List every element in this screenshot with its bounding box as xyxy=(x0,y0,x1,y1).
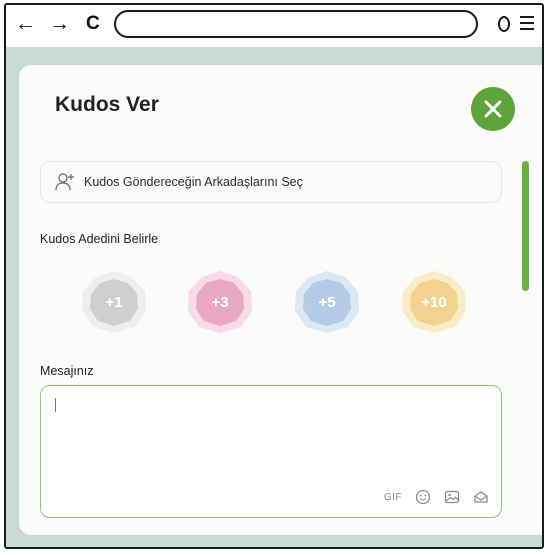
page-backdrop: Kudos Ver Kudos Göndereceğin Arkadaşları… xyxy=(6,47,542,547)
message-box[interactable]: GIF xyxy=(40,385,502,518)
message-label: Mesajınız xyxy=(40,364,94,378)
badge-label: +10 xyxy=(421,293,447,311)
browser-toolbar: ← → C xyxy=(6,5,542,49)
close-button[interactable] xyxy=(471,87,515,131)
friend-select-field[interactable]: Kudos Göndereceğin Arkadaşlarını Seç xyxy=(40,161,502,203)
back-button[interactable]: ← xyxy=(15,13,36,35)
profile-button[interactable] xyxy=(498,16,510,32)
kudos-badge-10[interactable]: +10 xyxy=(399,271,469,333)
emoji-icon[interactable] xyxy=(415,489,431,505)
message-toolbar: GIF xyxy=(384,489,489,505)
close-icon xyxy=(484,100,502,118)
address-input[interactable] xyxy=(116,12,476,36)
kudos-modal: Kudos Ver Kudos Göndereceğin Arkadaşları… xyxy=(19,65,542,535)
add-user-icon xyxy=(55,173,74,191)
address-bar[interactable] xyxy=(114,10,478,38)
kudos-badge-3[interactable]: +3 xyxy=(185,271,255,333)
scrollbar-thumb[interactable] xyxy=(522,161,529,291)
menu-icon[interactable] xyxy=(520,16,534,30)
gif-button[interactable]: GIF xyxy=(384,492,402,503)
kudos-badge-5[interactable]: +5 xyxy=(292,271,362,333)
forward-button[interactable]: → xyxy=(49,13,70,35)
badge-label: +3 xyxy=(211,293,229,311)
badge-label: +5 xyxy=(318,293,336,311)
message-input[interactable] xyxy=(51,394,495,482)
friend-select-label: Kudos Göndereceğin Arkadaşlarını Seç xyxy=(84,175,303,189)
browser-window: ← → C Kudos Ver Kudos Göndereceğin Arkad… xyxy=(4,3,544,549)
badge-label: +1 xyxy=(105,293,123,311)
reload-button[interactable]: C xyxy=(86,13,100,35)
modal-title: Kudos Ver xyxy=(55,93,159,116)
sticker-icon[interactable] xyxy=(473,489,489,505)
kudos-count-label: Kudos Adedini Belirle xyxy=(40,232,159,246)
kudos-badge-1[interactable]: +1 xyxy=(79,271,149,333)
image-icon[interactable] xyxy=(444,489,460,505)
